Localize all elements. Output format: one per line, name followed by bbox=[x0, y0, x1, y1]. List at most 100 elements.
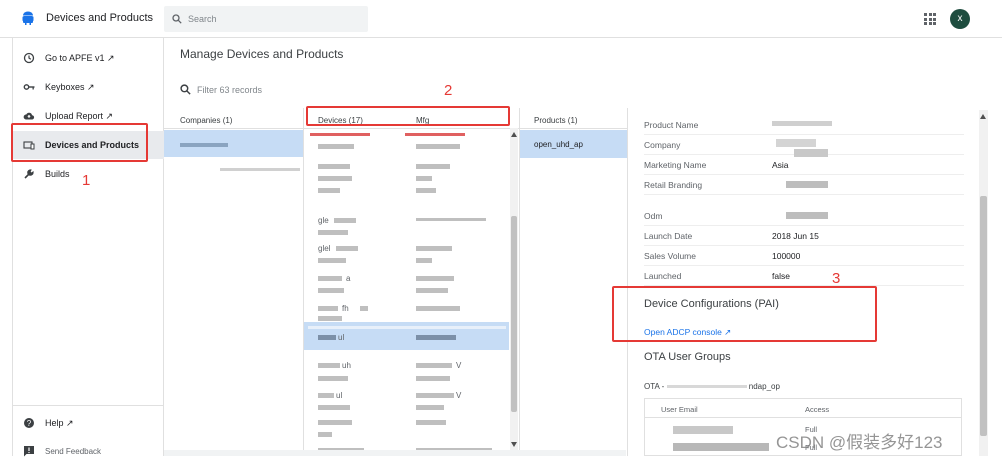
redacted-text bbox=[666, 385, 747, 389]
column-divider bbox=[303, 108, 304, 456]
scroll-up-icon[interactable] bbox=[980, 114, 986, 119]
redacted-text bbox=[220, 168, 300, 171]
column-header-products[interactable]: Products (1) bbox=[534, 116, 578, 125]
column-divider bbox=[519, 108, 520, 456]
annotation-label-2: 2 bbox=[444, 82, 453, 99]
redacted-text bbox=[416, 246, 452, 251]
redacted-text bbox=[318, 276, 342, 281]
redacted-text bbox=[318, 164, 350, 169]
redacted-text bbox=[416, 393, 454, 398]
sidebar-item-help[interactable]: ? Help ↗ bbox=[13, 409, 164, 437]
header-underline bbox=[164, 128, 303, 129]
detail-scrollbar-thumb[interactable] bbox=[980, 196, 987, 436]
search-icon bbox=[180, 84, 191, 95]
redacted-text bbox=[405, 133, 465, 136]
cloud-upload-icon bbox=[23, 112, 35, 120]
key-icon bbox=[23, 84, 35, 90]
search-icon bbox=[172, 14, 182, 24]
redacted-text bbox=[416, 144, 460, 149]
redacted-text bbox=[334, 218, 356, 223]
redacted-text bbox=[318, 420, 352, 425]
sidebar: Go to APFE v1 ↗ Keyboxes ↗ Upload Report… bbox=[12, 38, 164, 457]
detail-row-sales-volume: Sales Volume 100000 bbox=[644, 246, 964, 266]
redacted-text bbox=[416, 306, 460, 311]
ota-group-value: OTA - ndap_op bbox=[644, 382, 780, 391]
device-row[interactable]: fh bbox=[342, 304, 349, 313]
annotation-box-1 bbox=[11, 123, 148, 162]
redacted-text bbox=[786, 181, 828, 188]
redacted-text bbox=[416, 218, 486, 221]
scroll-down-icon[interactable] bbox=[511, 442, 517, 447]
search-input[interactable]: Search bbox=[164, 6, 368, 32]
sidebar-divider bbox=[13, 405, 164, 406]
detail-row-product-name: Product Name bbox=[644, 115, 964, 135]
redacted-text bbox=[318, 405, 350, 410]
sidebar-item-keyboxes[interactable]: Keyboxes ↗ bbox=[13, 73, 164, 101]
redacted-text bbox=[416, 376, 450, 381]
filter-placeholder: Filter 63 records bbox=[197, 84, 263, 95]
annotation-box-3 bbox=[612, 286, 877, 342]
help-icon: ? bbox=[24, 418, 34, 428]
device-row[interactable]: ul bbox=[336, 391, 342, 400]
redacted-text bbox=[318, 376, 348, 381]
mfg-cell: V bbox=[456, 361, 462, 370]
sidebar-item-label: Go to APFE v1 ↗ bbox=[45, 52, 115, 63]
redacted-text bbox=[318, 393, 334, 398]
page-title: Manage Devices and Products bbox=[180, 47, 344, 61]
redacted-text bbox=[416, 164, 450, 169]
company-row-selected[interactable] bbox=[164, 130, 303, 157]
redacted-text bbox=[318, 188, 340, 193]
device-row[interactable]: a bbox=[346, 274, 350, 283]
redacted-text bbox=[416, 188, 436, 193]
redacted-text bbox=[416, 335, 456, 340]
redacted-text bbox=[786, 212, 828, 219]
redacted-text bbox=[360, 306, 368, 311]
scroll-up-icon[interactable] bbox=[511, 132, 517, 137]
redacted-text bbox=[673, 443, 769, 451]
redacted-text bbox=[318, 288, 344, 293]
redacted-text bbox=[308, 326, 506, 329]
redacted-text bbox=[180, 143, 228, 147]
redacted-text bbox=[673, 426, 733, 434]
device-row[interactable]: gle bbox=[318, 216, 329, 225]
brand[interactable]: Devices and Products bbox=[22, 11, 153, 25]
app-title: Devices and Products bbox=[46, 12, 153, 24]
filter-input[interactable]: Filter 63 records bbox=[180, 84, 262, 95]
devices-scrollbar-thumb[interactable] bbox=[511, 216, 517, 412]
table-divider bbox=[645, 417, 961, 418]
product-row-selected[interactable]: open_uhd_ap bbox=[520, 130, 627, 158]
mfg-cell: V bbox=[456, 391, 462, 400]
redacted-text bbox=[318, 230, 348, 235]
sidebar-item-send-feedback[interactable]: Send Feedback bbox=[13, 437, 164, 465]
redacted-text bbox=[318, 258, 346, 263]
sidebar-item-label: Keyboxes ↗ bbox=[45, 81, 95, 92]
annotation-label-1: 1 bbox=[82, 172, 91, 189]
sidebar-item-label: Builds bbox=[45, 169, 70, 179]
top-bar: Devices and Products Search x bbox=[0, 0, 1002, 38]
device-row[interactable]: uh bbox=[342, 361, 351, 370]
redacted-text bbox=[318, 176, 352, 181]
redacted-text bbox=[416, 276, 454, 281]
detail-row-launched: Launched false bbox=[644, 266, 964, 286]
detail-row-company: Company bbox=[644, 135, 964, 157]
detail-row-marketing-name: Marketing Name Asia bbox=[644, 155, 964, 175]
header-underline bbox=[520, 128, 627, 129]
annotation-label-3: 3 bbox=[832, 270, 841, 287]
column-header-access[interactable]: Access bbox=[805, 405, 829, 414]
sidebar-item-go-to-apfe[interactable]: Go to APFE v1 ↗ bbox=[13, 44, 164, 72]
apps-grid-icon[interactable] bbox=[924, 13, 936, 25]
redacted-text bbox=[336, 246, 358, 251]
feedback-icon bbox=[24, 446, 34, 457]
redacted-text bbox=[310, 133, 370, 136]
sidebar-item-label: Send Feedback bbox=[45, 446, 102, 456]
redacted-text bbox=[416, 176, 432, 181]
device-row[interactable]: glel bbox=[318, 244, 330, 253]
redacted-text bbox=[416, 258, 432, 263]
column-header-user-email[interactable]: User Email bbox=[661, 405, 698, 414]
avatar[interactable]: x bbox=[950, 9, 970, 29]
detail-row-launch-date: Launch Date 2018 Jun 15 bbox=[644, 226, 964, 246]
redacted-text bbox=[776, 139, 816, 147]
wrench-icon bbox=[24, 169, 34, 179]
android-logo-icon bbox=[22, 11, 34, 25]
column-header-companies[interactable]: Companies (1) bbox=[180, 116, 232, 125]
